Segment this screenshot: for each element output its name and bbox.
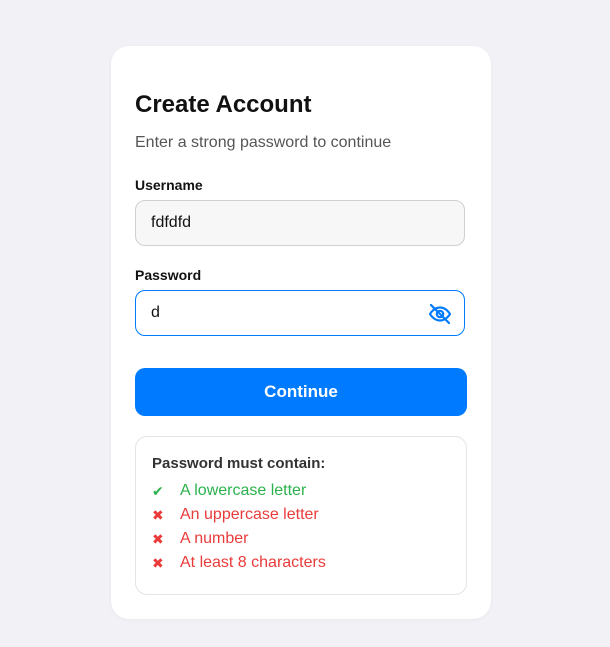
check-icon: ✔ <box>152 482 164 499</box>
requirement-number: ✖ A number <box>152 530 248 548</box>
username-input[interactable] <box>136 201 421 245</box>
cross-icon: ✖ <box>152 506 164 523</box>
requirement-uppercase: ✖ An uppercase letter <box>152 506 319 524</box>
cross-icon: ✖ <box>152 530 164 547</box>
signup-card: Create Account Enter a strong password t… <box>111 46 491 619</box>
password-input[interactable] <box>136 291 421 335</box>
username-field-container <box>135 200 465 246</box>
password-label: Password <box>135 267 202 283</box>
requirement-lowercase: ✔ A lowercase letter <box>152 482 306 500</box>
page-subtitle: Enter a strong password to continue <box>135 134 392 151</box>
requirement-text: At least 8 characters <box>180 554 326 571</box>
requirement-length: ✖ At least 8 characters <box>152 554 326 572</box>
password-field-container <box>135 290 465 336</box>
requirement-text: An uppercase letter <box>180 506 319 523</box>
username-label: Username <box>135 177 203 193</box>
password-requirements: Password must contain: ✔ A lowercase let… <box>135 436 467 595</box>
requirements-title: Password must contain: <box>152 455 326 472</box>
continue-button[interactable]: Continue <box>135 368 467 416</box>
requirement-text: A lowercase letter <box>180 482 307 499</box>
cross-icon: ✖ <box>152 554 164 571</box>
requirement-text: A number <box>180 530 249 547</box>
eye-slash-icon[interactable] <box>428 302 452 326</box>
page-title: Create Account <box>135 91 312 118</box>
